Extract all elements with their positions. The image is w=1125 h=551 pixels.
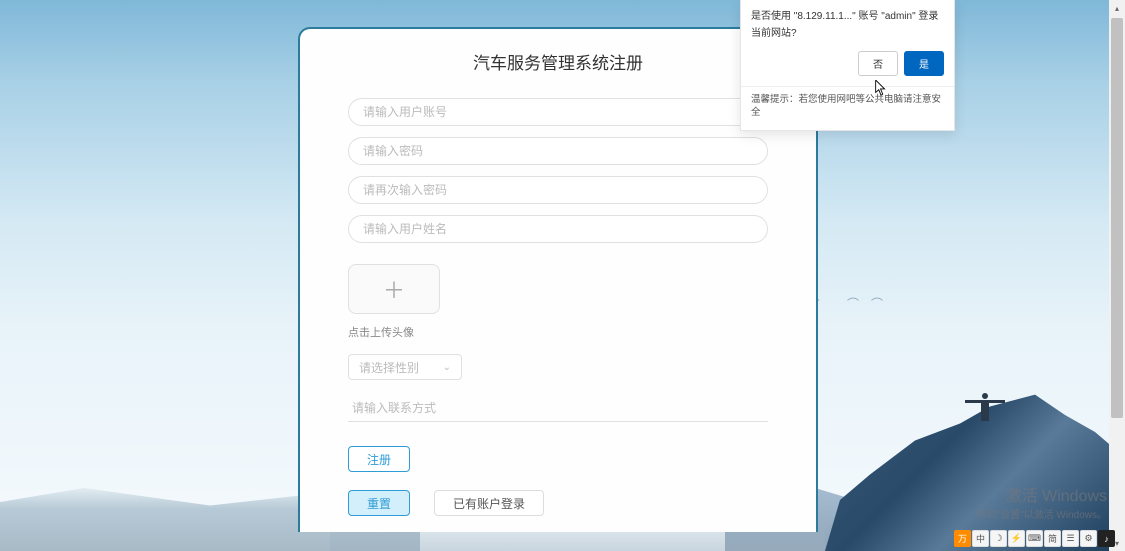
tray-ime-icon[interactable]: 万 (954, 530, 971, 547)
autofill-prompt-dialog: 是否使用 "8.129.11.1..." 账号 "admin" 登录 当前网站?… (740, 0, 955, 131)
windows-activation-watermark: 激活 Windows 转到"设置"以激活 Windows。 (977, 482, 1107, 521)
register-button[interactable]: 注册 (348, 446, 410, 472)
tray-menu-icon[interactable]: ☰ (1062, 530, 1079, 547)
avatar-upload-hint: 点击上传头像 (348, 324, 768, 340)
chevron-down-icon: ⌄ (443, 362, 451, 373)
watermark-line1: 激活 Windows (977, 482, 1107, 506)
tray-lang-icon[interactable]: 中 (972, 530, 989, 547)
scrollbar-track[interactable]: ▴ ▾ (1109, 0, 1125, 551)
autofill-no-button[interactable]: 否 (858, 51, 898, 76)
gender-placeholder: 请选择性别 (359, 359, 419, 376)
prompt-tip: 温馨提示：若您使用网吧等公共电脑请注意安全 (751, 93, 944, 120)
prompt-divider (741, 86, 954, 87)
bg-mountain-right (825, 381, 1125, 551)
scrollbar-up-arrow-icon[interactable]: ▴ (1109, 0, 1125, 16)
gender-select[interactable]: 请选择性别 ⌄ (348, 354, 462, 380)
contact-input[interactable] (348, 394, 768, 422)
tray-gear-icon[interactable]: ⚙ (1080, 530, 1097, 547)
bg-person-figure (965, 381, 1005, 421)
watermark-line2: 转到"设置"以激活 Windows。 (977, 506, 1107, 521)
reset-button[interactable]: 重置 (348, 490, 410, 516)
scrollbar-thumb[interactable] (1111, 18, 1123, 418)
avatar-upload-box[interactable]: ＋ (348, 264, 440, 314)
tray-power-icon[interactable]: ⚡ (1008, 530, 1025, 547)
password-confirm-input[interactable] (348, 176, 768, 204)
nickname-input[interactable] (348, 215, 768, 243)
prompt-line2: 当前网站? (751, 27, 944, 41)
system-tray: 万 中 ☽ ⚡ ⌨ 简 ☰ ⚙ ♪ (954, 530, 1115, 547)
autofill-yes-button[interactable]: 是 (904, 51, 944, 76)
login-link-button[interactable]: 已有账户登录 (434, 490, 544, 516)
tray-simplified-icon[interactable]: 简 (1044, 530, 1061, 547)
tray-music-icon[interactable]: ♪ (1098, 530, 1115, 547)
password-input[interactable] (348, 137, 768, 165)
tray-moon-icon[interactable]: ☽ (990, 530, 1007, 547)
plus-icon: ＋ (383, 273, 405, 305)
prompt-line1: 是否使用 "8.129.11.1..." 账号 "admin" 登录 (751, 10, 944, 24)
username-input[interactable] (348, 98, 768, 126)
form-title: 汽车服务管理系统注册 (348, 49, 768, 74)
tray-keyboard-icon[interactable]: ⌨ (1026, 530, 1043, 547)
